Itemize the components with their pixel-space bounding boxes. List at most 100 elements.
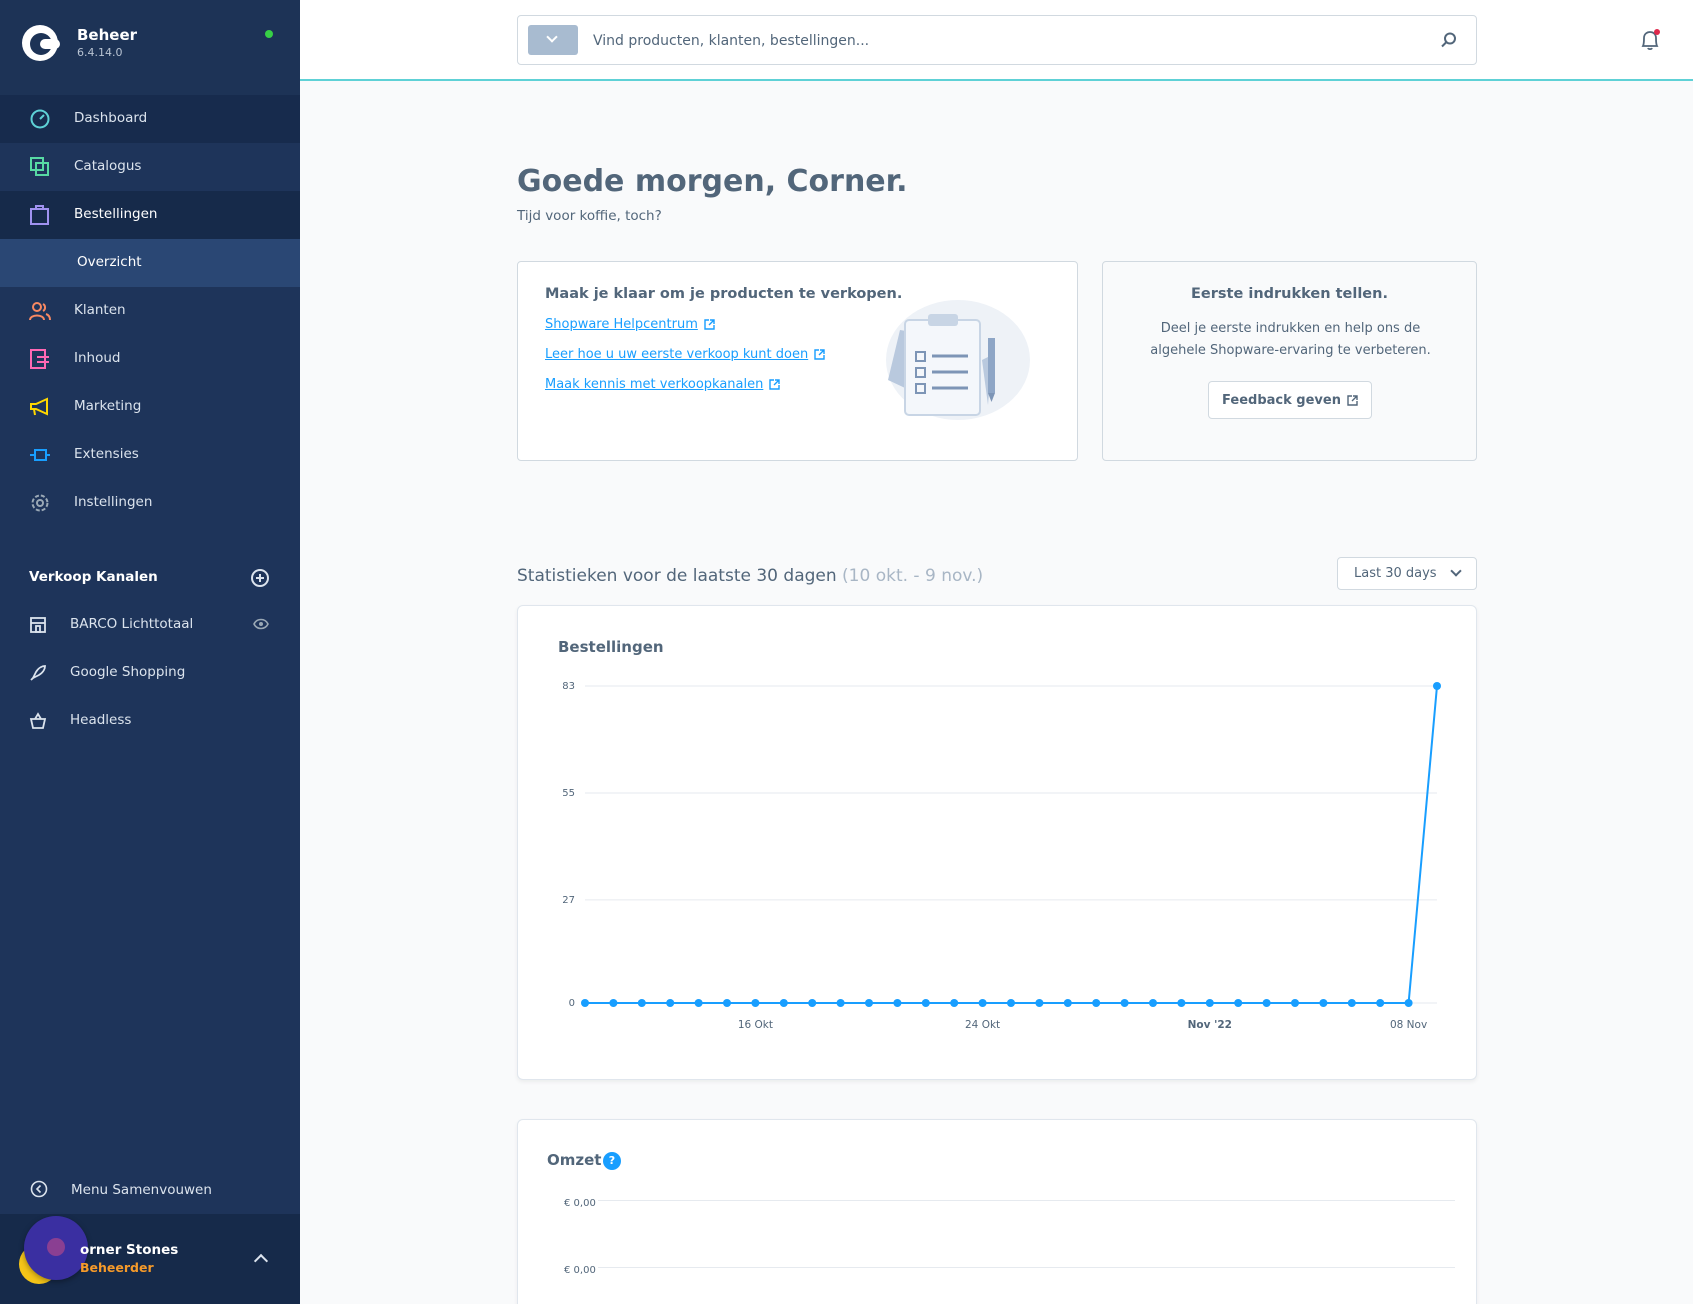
x-tick-label: 08 Nov xyxy=(1390,1019,1427,1031)
data-point xyxy=(893,999,902,1007)
data-point xyxy=(1433,682,1441,690)
feedback-text: Deel je eerste indrukken en help ons de … xyxy=(1150,321,1431,358)
chevron-down-icon xyxy=(546,31,558,43)
extensions-icon xyxy=(30,449,50,461)
data-point xyxy=(1120,999,1129,1007)
nav-item-customers[interactable]: Klanten xyxy=(0,287,300,335)
nav-label: Instellingen xyxy=(74,494,153,510)
nav-label: Extensies xyxy=(74,446,139,462)
sidebar: Beheer 6.4.14.0 Dashboard Catalogus Best… xyxy=(0,0,300,1304)
y-tick-label: 83 xyxy=(562,681,575,692)
notification-bell-icon[interactable] xyxy=(1638,28,1662,52)
rocket-icon xyxy=(30,665,46,681)
revenue-title: Omzet xyxy=(547,1151,602,1169)
eye-icon[interactable] xyxy=(253,618,269,630)
shopware-logo[interactable] xyxy=(22,25,60,61)
basket-icon xyxy=(29,712,47,729)
page-title: Goede morgen, Corner. xyxy=(517,164,908,199)
content-icon xyxy=(30,349,49,369)
data-point xyxy=(1092,999,1101,1007)
y-tick-label: 0 xyxy=(569,998,575,1009)
user-menu[interactable]: orner Stones Beheerder xyxy=(0,1214,300,1304)
collapse-menu-button[interactable]: Menu Samenvouwen xyxy=(0,1170,300,1210)
getting-started-card: Maak je klaar om je producten te verkope… xyxy=(517,261,1078,461)
sales-channel-headless[interactable]: Headless xyxy=(0,700,300,740)
nav-item-marketing[interactable]: Marketing xyxy=(0,383,300,431)
global-search xyxy=(517,15,1477,65)
customers-icon xyxy=(29,302,51,321)
sales-channels-heading: Verkoop Kanalen xyxy=(29,569,158,585)
external-link-icon xyxy=(769,379,781,390)
first-sale-link[interactable]: Leer hoe u uw eerste verkoop kunt doen xyxy=(545,347,825,362)
stats-title-text: Statistieken voor de laatste 30 dagen xyxy=(517,566,837,586)
nav-item-extensions[interactable]: Extensies xyxy=(0,431,300,479)
link-label: Leer hoe u uw eerste verkoop kunt doen xyxy=(545,347,809,362)
chevron-down-icon xyxy=(1450,565,1462,577)
data-point xyxy=(637,999,646,1007)
orders-series-line xyxy=(585,685,1438,1004)
collapse-icon xyxy=(30,1180,48,1198)
feedback-button[interactable]: Feedback geven xyxy=(1208,381,1372,419)
nav-item-catalog[interactable]: Catalogus xyxy=(0,143,300,191)
nav-item-content[interactable]: Inhoud xyxy=(0,335,300,383)
data-point xyxy=(581,999,589,1007)
marketing-icon xyxy=(30,397,48,416)
sales-channels-link[interactable]: Maak kennis met verkoopkanalen xyxy=(545,377,781,392)
top-bar xyxy=(300,0,1693,81)
brand-header: Beheer 6.4.14.0 xyxy=(0,0,300,95)
chat-bubble-icon[interactable] xyxy=(24,1216,88,1280)
feedback-card: Eerste indrukken tellen. Deel je eerste … xyxy=(1102,261,1477,461)
external-link-icon xyxy=(814,349,825,360)
catalog-icon xyxy=(30,157,49,176)
data-point xyxy=(1035,999,1044,1007)
external-link-icon xyxy=(1347,394,1358,406)
data-point xyxy=(978,999,987,1007)
data-point xyxy=(1007,999,1015,1007)
search-input[interactable] xyxy=(593,30,1393,52)
data-point xyxy=(836,999,845,1007)
sales-channel-barco[interactable]: BARCO Lichttotaal xyxy=(0,604,300,644)
search-icon[interactable] xyxy=(1440,31,1458,49)
data-point xyxy=(1063,999,1072,1007)
y-tick-label: 55 xyxy=(562,788,575,799)
page-subtitle: Tijd voor koffie, toch? xyxy=(517,208,662,224)
external-link-icon xyxy=(704,319,715,330)
add-sales-channel-icon[interactable] xyxy=(251,569,269,587)
orders-chart-card: Bestellingen 0 27 55 83 16 Okt 24 Okt Nov '22 0… xyxy=(517,605,1477,1080)
feedback-title: Eerste indrukken tellen. xyxy=(1191,286,1388,302)
sales-channel-google[interactable]: Google Shopping xyxy=(0,652,300,692)
nav-sub-label: Overzicht xyxy=(77,254,142,270)
search-type-select[interactable] xyxy=(528,25,578,55)
nav-item-dashboard[interactable]: Dashboard xyxy=(0,95,300,143)
nav-item-orders[interactable]: Bestellingen xyxy=(0,191,300,239)
revenue-tick-label: € 0,00 xyxy=(564,1198,596,1209)
data-point xyxy=(1291,999,1299,1007)
x-tick-label: 16 Okt xyxy=(738,1019,773,1031)
settings-icon xyxy=(31,494,49,512)
dashboard-icon xyxy=(30,109,50,129)
data-point xyxy=(751,999,760,1007)
data-point xyxy=(1262,999,1271,1007)
sales-channel-label: Google Shopping xyxy=(70,664,186,680)
data-point xyxy=(950,999,959,1007)
orders-icon xyxy=(30,205,49,225)
period-select[interactable]: Last 30 days xyxy=(1337,557,1477,590)
nav-label: Dashboard xyxy=(74,110,148,126)
link-label: Maak kennis met verkoopkanalen xyxy=(545,377,764,392)
chevron-up-icon[interactable] xyxy=(253,1253,269,1269)
help-icon[interactable]: ? xyxy=(603,1152,621,1170)
nav-item-settings[interactable]: Instellingen xyxy=(0,479,300,527)
data-point xyxy=(1234,999,1243,1007)
data-point xyxy=(666,999,675,1007)
nav-sub-overview[interactable]: Overzicht xyxy=(0,239,300,287)
revenue-gridline xyxy=(598,1267,1455,1268)
data-point xyxy=(1149,999,1157,1007)
x-tick-label: Nov '22 xyxy=(1188,1019,1232,1031)
user-role: Beheerder xyxy=(80,1260,154,1275)
data-point xyxy=(1404,999,1413,1007)
data-point xyxy=(1347,999,1356,1007)
help-center-link[interactable]: Shopware Helpcentrum xyxy=(545,317,715,332)
feedback-button-label: Feedback geven xyxy=(1222,392,1341,408)
nav-label: Klanten xyxy=(74,302,126,318)
data-point xyxy=(1205,999,1214,1007)
